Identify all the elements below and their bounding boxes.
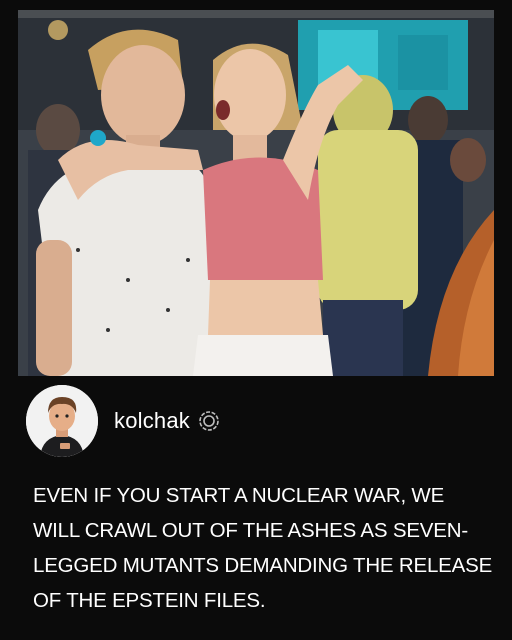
avatar[interactable] (26, 385, 98, 457)
verified-ring-icon (198, 410, 220, 432)
post-caption: EVEN IF YOU START A NUCLEAR WAR, WE WILL… (33, 484, 493, 612)
post-author: kolchak (26, 385, 220, 457)
post-photo (18, 10, 494, 376)
username[interactable]: kolchak (114, 408, 190, 434)
